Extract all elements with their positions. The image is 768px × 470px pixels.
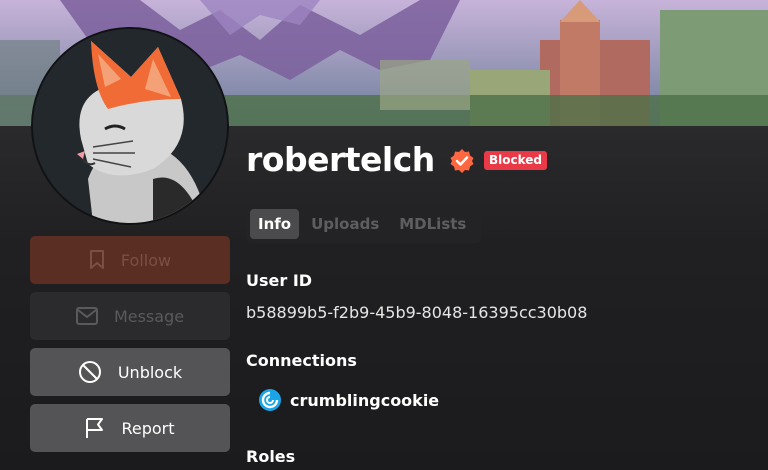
flag-icon [86, 418, 104, 438]
tab-info[interactable]: Info [250, 209, 300, 239]
message-button[interactable]: Message [30, 292, 230, 340]
connection-link[interactable]: crumblingcookie [258, 388, 439, 412]
user-id-value: b58899b5-f2b9-45b9-8048-16395cc30b08 [246, 303, 588, 322]
message-button-label: Message [113, 306, 185, 326]
bookmark-icon [89, 250, 104, 269]
tab-uploads[interactable]: Uploads [303, 209, 387, 239]
report-button[interactable]: Report [30, 404, 230, 452]
status-badge: Blocked [484, 151, 548, 170]
unblock-button[interactable]: Unblock [30, 348, 230, 396]
crumbling-cookie-logo-icon [259, 389, 281, 411]
username: robertelch [246, 140, 435, 179]
connection-name: crumblingcookie [290, 390, 440, 410]
cat-avatar-illustration [33, 29, 227, 223]
block-icon [78, 361, 101, 383]
profile-tabs: Info Uploads MDLists [246, 205, 481, 243]
roles-label: Roles [246, 447, 296, 466]
user-avatar [31, 27, 229, 225]
connections-label: Connections [246, 351, 357, 370]
unblock-button-label: Unblock [117, 362, 183, 382]
mail-icon [75, 307, 98, 325]
follow-button[interactable]: Follow [30, 236, 230, 284]
user-id-label: User ID [246, 271, 313, 290]
tab-mdlists[interactable]: MDLists [391, 209, 474, 239]
verified-badge-icon [450, 149, 474, 173]
follow-button-label: Follow [120, 250, 172, 270]
report-button-label: Report [121, 418, 175, 438]
